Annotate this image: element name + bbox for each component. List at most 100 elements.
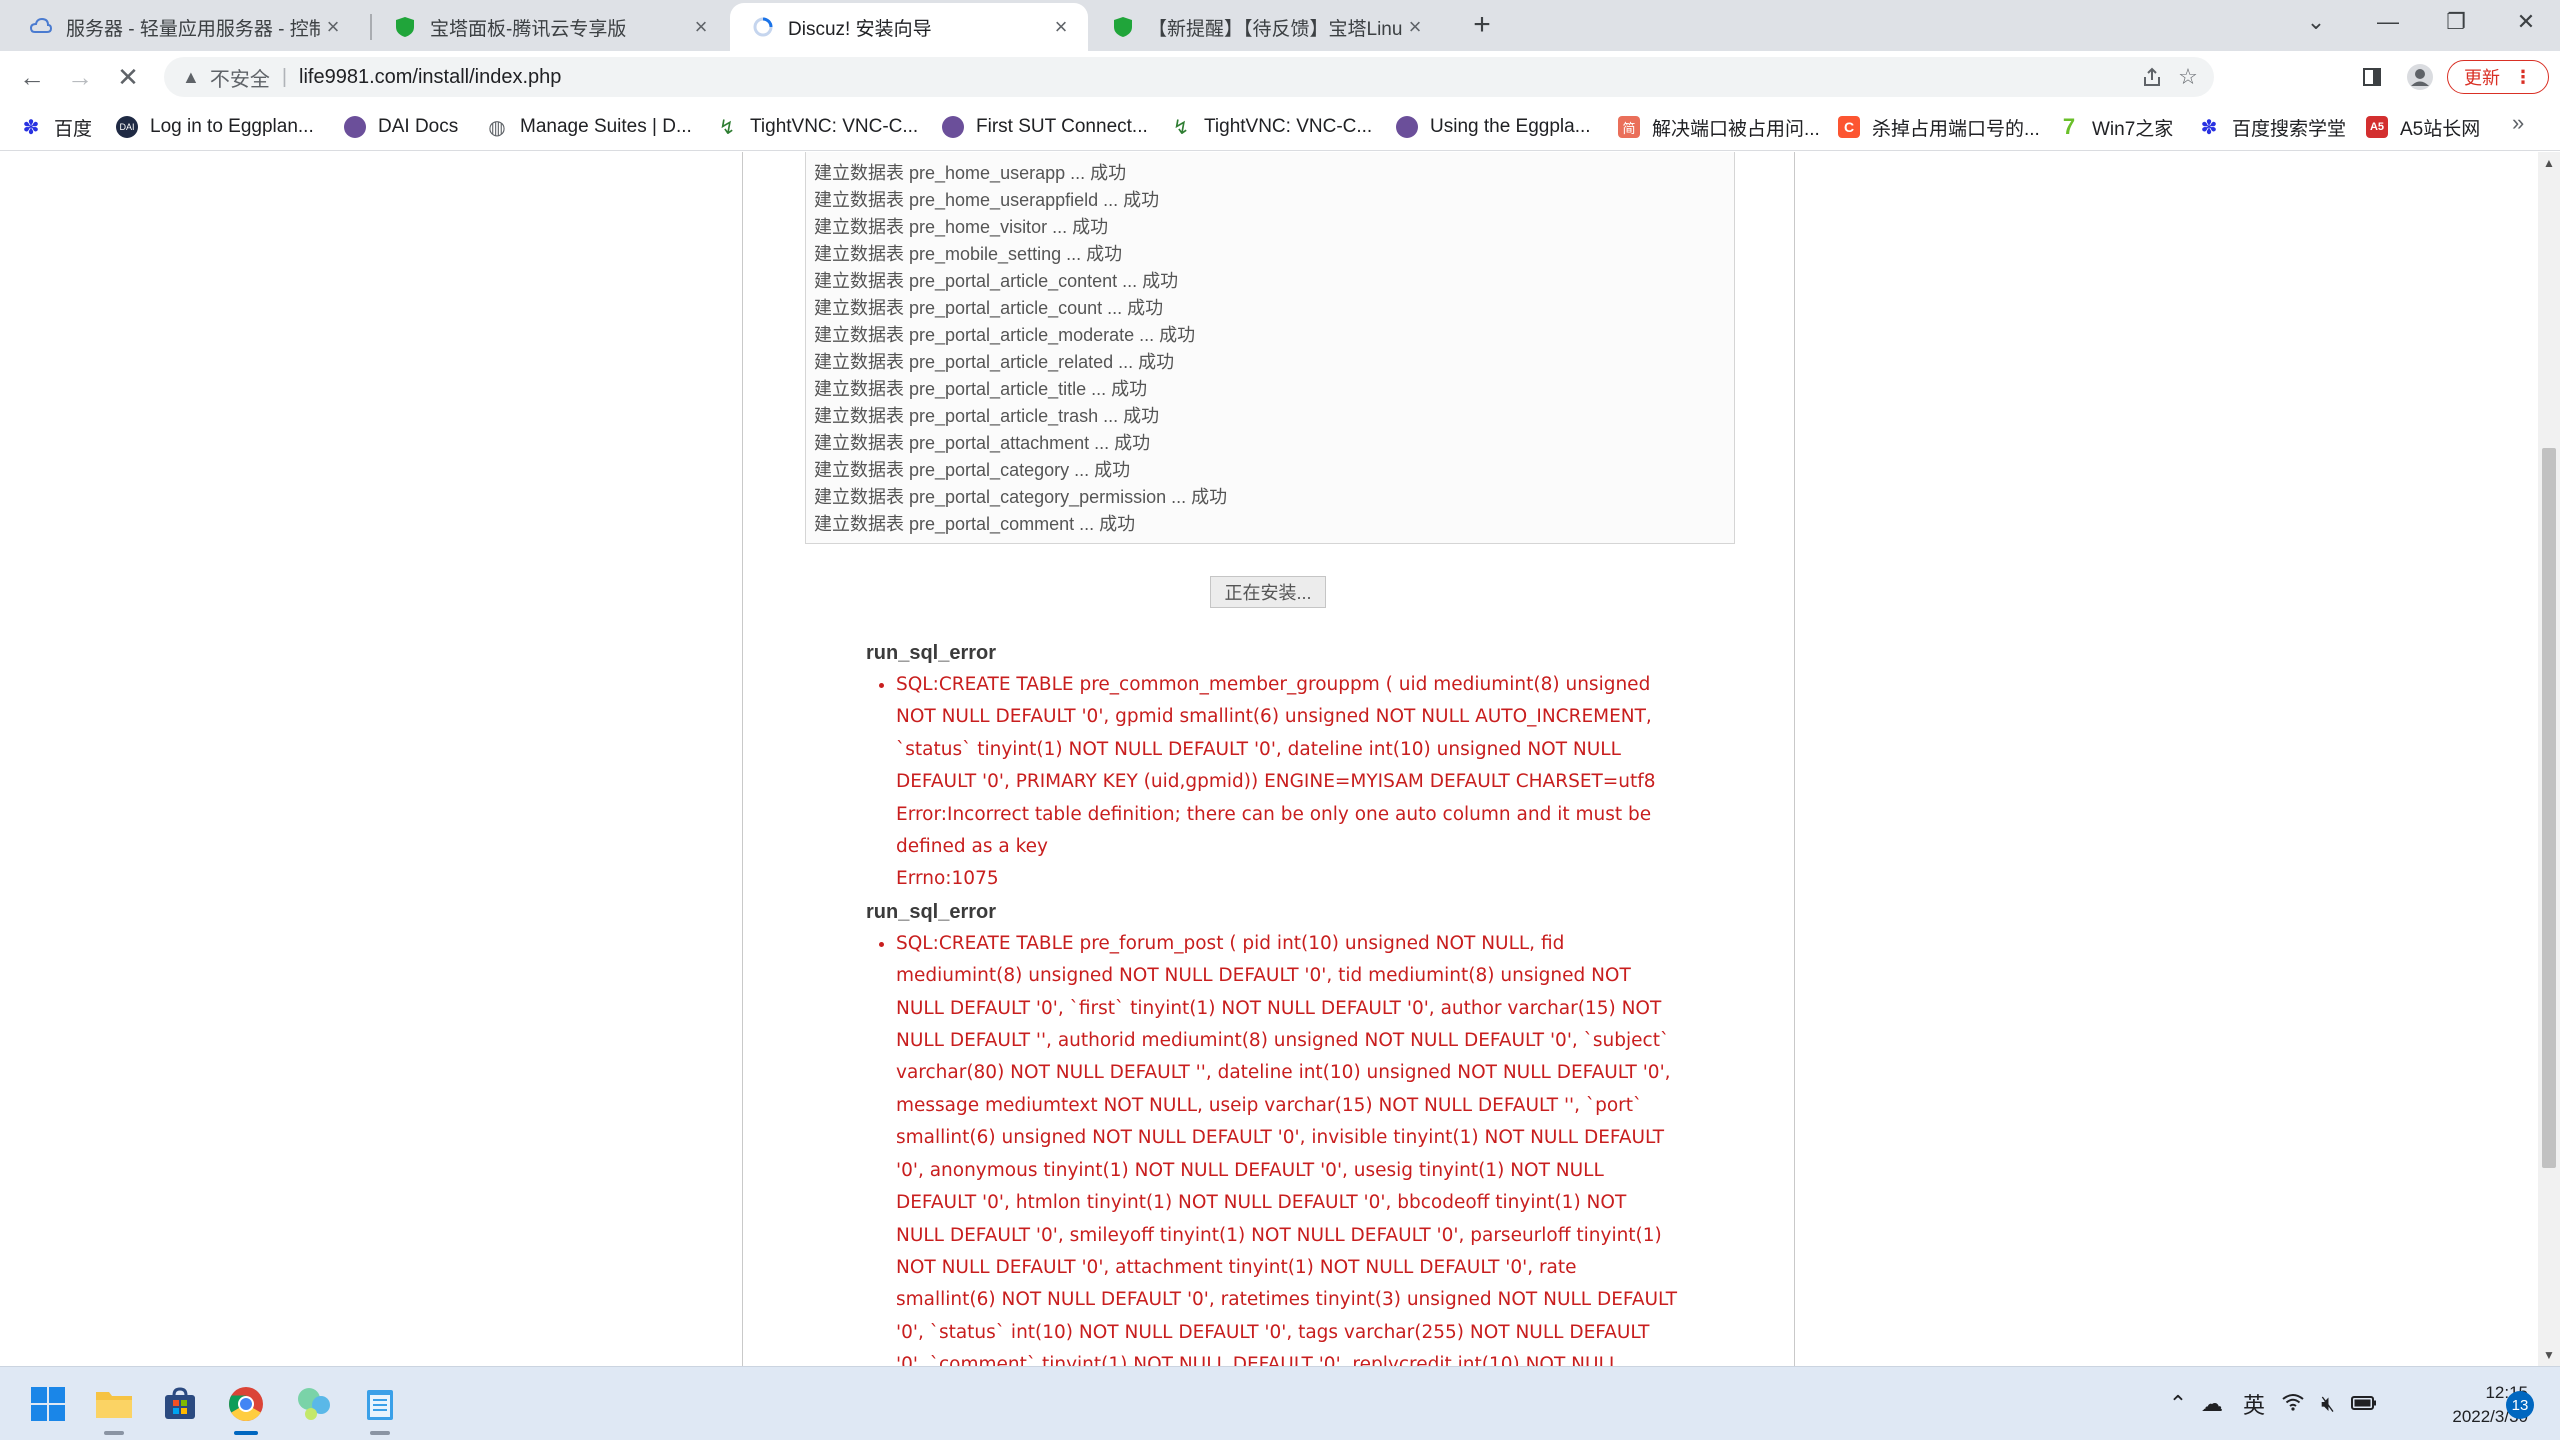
- browser-toolbar: ← → ✕ ▲ 不安全 | life9981.com/install/index…: [0, 51, 2560, 103]
- log-line: 建立数据表 pre_home_userapp ... 成功: [814, 163, 1127, 183]
- forward-button[interactable]: →: [62, 59, 98, 95]
- address-bar[interactable]: ▲ 不安全 | life9981.com/install/index.php ☆: [164, 57, 2214, 97]
- error-line: DEFAULT '0', PRIMARY KEY (uid,gpmid)) EN…: [896, 771, 1656, 793]
- wifi-icon[interactable]: [2276, 1391, 2310, 1417]
- error-line: mediumint(8) unsigned NOT NULL DEFAULT '…: [896, 965, 1631, 987]
- bookmark-item[interactable]: First SUT Connect...: [942, 111, 1148, 143]
- divider: |: [281, 65, 288, 88]
- bookmark-item[interactable]: ↯ TightVNC: VNC-C...: [1170, 111, 1373, 143]
- tightvnc-icon: ↯: [718, 116, 736, 139]
- a5-icon: A5: [2366, 116, 2388, 138]
- notepad-button[interactable]: [356, 1380, 404, 1435]
- log-line: 建立数据表 pre_portal_article_count ... 成功: [814, 298, 1164, 318]
- bookmark-label: First SUT Connect...: [976, 116, 1148, 137]
- ime-indicator[interactable]: 英: [2232, 1388, 2276, 1420]
- win7-icon: 7: [2062, 114, 2076, 139]
- bookmark-label: 解决端口被占用问...: [1652, 118, 1820, 140]
- start-button[interactable]: [24, 1380, 72, 1428]
- error-line: NOT NULL DEFAULT '0', gpmid smallint(6) …: [896, 706, 1652, 728]
- bookmark-star-icon[interactable]: ☆: [2170, 59, 2206, 95]
- bookmark-item[interactable]: A5 A5站长网: [2366, 111, 2480, 143]
- tab-strip: 服务器 - 轻量应用服务器 - 控制台 × 宝塔面板-腾讯云专享版 × Disc…: [0, 0, 2560, 51]
- install-wizard-container: 建立数据表 pre_home_userapp ... 成功 建立数据表 pre_…: [742, 152, 1795, 1366]
- warning-icon[interactable]: ▲: [182, 67, 200, 88]
- bookmark-item[interactable]: ◍ Manage Suites | D...: [486, 111, 692, 143]
- minimize-button[interactable]: —: [2356, 0, 2420, 44]
- start-icon: [31, 1387, 65, 1421]
- tab-close-icon[interactable]: ×: [1048, 14, 1074, 40]
- onedrive-cloud-icon[interactable]: ☁: [2192, 1391, 2232, 1417]
- battery-icon[interactable]: [2346, 1391, 2382, 1417]
- tab-close-icon[interactable]: ×: [688, 14, 714, 40]
- error-message: SQL:CREATE TABLE pre_common_member_group…: [896, 669, 1666, 896]
- error-line: `status` tinyint(1) NOT NULL DEFAULT '0'…: [896, 738, 1621, 760]
- bookmark-item[interactable]: 7 Win7之家: [2058, 111, 2173, 143]
- error-line: '0', `status` int(10) NOT NULL DEFAULT '…: [896, 1321, 1650, 1343]
- tab-bt-panel[interactable]: 宝塔面板-腾讯云专享版 ×: [372, 3, 728, 51]
- more-menu-icon[interactable]: ⋮: [2514, 67, 2532, 88]
- restore-button[interactable]: ❐: [2424, 0, 2488, 44]
- bookmarks-overflow-button[interactable]: »: [2512, 110, 2524, 136]
- log-line: 建立数据表 pre_portal_article_title ... 成功: [814, 379, 1148, 399]
- volume-muted-icon[interactable]: 🔇︎: [2310, 1391, 2346, 1417]
- omnibox-actions: ☆: [2134, 57, 2214, 97]
- bookmark-item[interactable]: ✽ 百度搜索学堂: [2198, 111, 2346, 143]
- share-icon[interactable]: [2134, 59, 2170, 95]
- url-text[interactable]: life9981.com/install/index.php: [299, 66, 561, 89]
- jianshu-icon: 简: [1618, 116, 1640, 138]
- bookmark-item[interactable]: C 杀掉占用端口号的...: [1838, 111, 2040, 143]
- active-indicator: [234, 1431, 258, 1435]
- bookmark-item[interactable]: DAI Docs: [344, 111, 458, 143]
- tab-search-button[interactable]: ⌄: [2284, 0, 2348, 44]
- close-window-button[interactable]: ✕: [2494, 0, 2558, 44]
- tray-overflow-chevron-icon[interactable]: ⌃: [2164, 1391, 2192, 1417]
- bookmark-label: Log in to Eggplan...: [150, 116, 314, 137]
- bubbles-app-button[interactable]: [290, 1380, 338, 1428]
- bookmark-item[interactable]: ↯ TightVNC: VNC-C...: [716, 111, 919, 143]
- install-log-box[interactable]: 建立数据表 pre_home_userapp ... 成功 建立数据表 pre_…: [805, 152, 1735, 544]
- stop-loading-button[interactable]: ✕: [110, 59, 146, 95]
- bookmark-item[interactable]: 简 解决端口被占用问...: [1618, 111, 1820, 143]
- back-button[interactable]: ←: [14, 59, 50, 95]
- side-panel-icon[interactable]: [2354, 59, 2390, 95]
- scroll-up-arrow-icon[interactable]: ▲: [2538, 156, 2560, 170]
- new-tab-button[interactable]: +: [1466, 10, 1498, 42]
- loading-icon: [752, 16, 774, 38]
- bookmark-label: 百度: [54, 118, 93, 140]
- tab-bt-forum[interactable]: 【新提醒】【待反馈】宝塔Linux面板 ×: [1090, 3, 1442, 51]
- bookmarks-bar: ✽ 百度 DAI Log in to Eggplan... DAI Docs ◍…: [0, 103, 2560, 151]
- tab-close-icon[interactable]: ×: [320, 14, 346, 40]
- bookmark-label: TightVNC: VNC-C...: [1204, 116, 1373, 137]
- error-line: DEFAULT '0', htmlon tinyint(1) NOT NULL …: [896, 1192, 1627, 1214]
- baidu-paw-icon: ✽: [22, 116, 40, 139]
- globe-icon: ◍: [488, 116, 506, 139]
- update-button[interactable]: 更新 ⋮: [2447, 60, 2549, 94]
- system-tray: ⌃ ☁ 英 🔇︎: [2164, 1367, 2382, 1441]
- scrollbar-thumb[interactable]: [2542, 448, 2556, 1168]
- tab-lighthouse-console[interactable]: 服务器 - 轻量应用服务器 - 控制台 ×: [8, 3, 360, 51]
- tab-close-icon[interactable]: ×: [1402, 14, 1428, 40]
- file-explorer-button[interactable]: [90, 1380, 138, 1435]
- chrome-icon: [229, 1387, 263, 1421]
- bookmark-item[interactable]: DAI Log in to Eggplan...: [116, 111, 314, 143]
- microsoft-store-button[interactable]: [156, 1380, 204, 1428]
- security-status[interactable]: 不安全: [210, 63, 270, 92]
- installing-button[interactable]: 正在安装...: [1210, 576, 1326, 608]
- tab-discuz-install[interactable]: Discuz! 安装向导 ×: [730, 3, 1088, 51]
- update-label: 更新: [2464, 68, 2500, 88]
- log-line: 建立数据表 pre_portal_comment ... 成功: [814, 514, 1136, 534]
- page-viewport: 建立数据表 pre_home_userapp ... 成功 建立数据表 pre_…: [0, 152, 2538, 1366]
- scroll-down-arrow-icon[interactable]: ▼: [2538, 1348, 2560, 1362]
- chrome-button[interactable]: [222, 1380, 270, 1435]
- error-line: NOT NULL DEFAULT '0', attachment tinyint…: [896, 1256, 1577, 1278]
- profile-avatar-icon[interactable]: [2402, 59, 2438, 95]
- error-line: '0', `comment` tinyint(1) NOT NULL DEFAU…: [896, 1354, 1620, 1366]
- log-line: 建立数据表 pre_portal_article_related ... 成功: [814, 352, 1175, 372]
- dai-icon: DAI: [116, 116, 138, 138]
- page-scrollbar[interactable]: ▲ ▼: [2538, 152, 2560, 1366]
- running-indicator: [104, 1431, 124, 1435]
- notification-badge[interactable]: 13: [2506, 1391, 2534, 1419]
- bookmark-label: Manage Suites | D...: [520, 116, 692, 137]
- bookmark-item[interactable]: ✽ 百度: [20, 111, 92, 143]
- bookmark-item[interactable]: Using the Eggpla...: [1396, 111, 1591, 143]
